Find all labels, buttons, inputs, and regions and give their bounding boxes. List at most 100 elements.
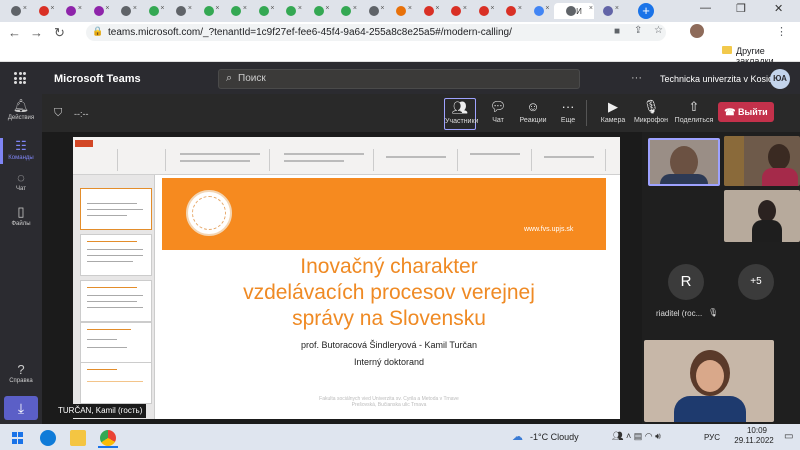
close-tab-icon[interactable]: × xyxy=(353,5,357,12)
rail-item-help[interactable]: ? Справка xyxy=(0,362,42,384)
user-avatar[interactable]: ЮА xyxy=(770,69,790,89)
back-icon[interactable]: ← xyxy=(8,25,21,40)
chrome-icon[interactable] xyxy=(100,430,116,446)
slide-thumbnail[interactable] xyxy=(80,234,152,276)
new-tab-button[interactable]: + xyxy=(638,3,654,19)
url-text[interactable]: teams.microsoft.com/_?tenantId=1c9f27ef-… xyxy=(108,27,512,38)
slide-thumbnail[interactable] xyxy=(80,362,152,404)
browser-menu-icon[interactable]: ⋮ xyxy=(776,25,787,38)
notifications-icon[interactable]: ▭ xyxy=(784,431,793,442)
camera-blocked-icon[interactable]: ■ xyxy=(614,26,620,37)
participant-video-tile[interactable] xyxy=(648,138,720,186)
browser-tab[interactable]: × xyxy=(4,3,28,19)
close-tab-icon[interactable]: × xyxy=(325,5,329,12)
browser-tab[interactable]: × xyxy=(32,3,56,19)
close-tab-icon[interactable]: × xyxy=(23,5,27,12)
browser-tab[interactable]: × xyxy=(307,3,331,19)
browser-tab[interactable]: × xyxy=(596,3,620,19)
browser-tab[interactable]: × xyxy=(279,3,303,19)
leave-button[interactable]: ☎ Выйти xyxy=(718,102,774,122)
shield-icon[interactable]: ⛉ xyxy=(54,107,62,120)
windows-start-icon[interactable] xyxy=(12,432,24,444)
reload-icon[interactable]: ↻ xyxy=(54,25,65,41)
close-tab-icon[interactable]: × xyxy=(463,5,467,12)
rail-item-files[interactable]: ▯ Файлы xyxy=(0,204,42,227)
slide-thumbnail[interactable] xyxy=(80,188,152,230)
close-tab-icon[interactable]: × xyxy=(188,5,192,12)
participant-video-tile[interactable] xyxy=(644,340,774,422)
browser-tab[interactable]: × xyxy=(114,3,138,19)
close-tab-icon[interactable]: × xyxy=(78,5,82,12)
profile-avatar[interactable] xyxy=(690,24,704,38)
close-tab-icon[interactable]: × xyxy=(105,5,109,12)
browser-tab[interactable]: × xyxy=(334,3,358,19)
close-tab-icon[interactable]: × xyxy=(490,5,494,12)
close-tab-icon[interactable]: × xyxy=(408,5,412,12)
chat-button[interactable]: 💬︎ Чат xyxy=(484,98,512,130)
close-tab-icon[interactable]: × xyxy=(215,5,219,12)
participant-video-tile[interactable] xyxy=(724,136,800,186)
more-participants-button[interactable]: +5 xyxy=(738,264,774,300)
browser-tab[interactable]: × xyxy=(142,3,166,19)
app-launcher-icon[interactable] xyxy=(14,72,26,84)
browser-tab[interactable]: × xyxy=(444,3,468,19)
lock-icon[interactable]: 🔒 xyxy=(92,26,103,37)
forward-icon[interactable]: → xyxy=(30,25,43,40)
wifi-icon[interactable]: ◠ xyxy=(645,431,653,441)
browser-tab[interactable]: × xyxy=(197,3,221,19)
browser-tab[interactable]: × xyxy=(499,3,523,19)
network-icon[interactable]: ▤ xyxy=(634,431,643,441)
browser-tab[interactable]: × xyxy=(87,3,111,19)
file-explorer-icon[interactable] xyxy=(70,430,86,446)
share-button[interactable]: ⇧ Поделиться xyxy=(672,98,716,130)
download-app-button[interactable]: ⤓ xyxy=(4,396,38,420)
rail-item-teams[interactable]: ☷ Команды xyxy=(0,138,42,161)
bookmark-star-icon[interactable]: ☆ xyxy=(654,25,663,36)
camera-button[interactable]: ▶ Камера xyxy=(598,98,628,130)
close-tab-icon[interactable]: × xyxy=(518,5,522,12)
browser-tab[interactable]: × xyxy=(389,3,413,19)
browser-tab[interactable]: × xyxy=(252,3,276,19)
volume-icon[interactable]: 🔊︎ xyxy=(655,431,661,441)
browser-tab[interactable]: × xyxy=(59,3,83,19)
close-tab-icon[interactable]: × xyxy=(435,5,439,12)
chevron-up-icon[interactable]: ˄ xyxy=(626,431,631,441)
maximize-icon[interactable]: ❐ xyxy=(736,2,746,15)
reactions-button[interactable]: ☺ Реакции xyxy=(516,98,550,130)
browser-tab-active[interactable]: И × xyxy=(554,3,594,19)
close-window-icon[interactable]: ✕ xyxy=(774,2,783,15)
share-icon[interactable]: ⇪ xyxy=(634,25,642,36)
close-tab-icon[interactable]: × xyxy=(50,5,54,12)
close-tab-icon[interactable]: × xyxy=(270,5,274,12)
rail-item-activity[interactable]: 🔔︎ Действия xyxy=(0,98,42,121)
browser-tab[interactable]: × xyxy=(417,3,441,19)
close-tab-icon[interactable]: × xyxy=(160,5,164,12)
slide-thumbnail[interactable] xyxy=(80,280,152,322)
close-tab-icon[interactable]: × xyxy=(615,5,619,12)
more-actions-button[interactable]: ··· Еще xyxy=(554,98,582,130)
system-tray[interactable]: 👥︎ ˄ ▤ ◠ 🔊︎ xyxy=(612,431,661,442)
close-tab-icon[interactable]: × xyxy=(545,5,549,12)
close-tab-icon[interactable]: × xyxy=(133,5,137,12)
browser-tab[interactable]: × xyxy=(169,3,193,19)
close-tab-icon[interactable]: × xyxy=(589,5,593,12)
clock-date[interactable]: 29.11.2022 xyxy=(730,436,778,445)
browser-tab[interactable]: × xyxy=(362,3,386,19)
more-options-icon[interactable]: ··· xyxy=(631,72,642,84)
participant-video-tile[interactable] xyxy=(724,190,800,242)
edge-icon[interactable] xyxy=(40,430,56,446)
browser-tab[interactable]: × xyxy=(472,3,496,19)
search-input[interactable] xyxy=(218,69,580,89)
rail-item-chat[interactable]: ◌ Чат xyxy=(0,170,42,192)
minimize-icon[interactable]: — xyxy=(700,2,711,14)
participant-avatar[interactable]: R xyxy=(668,264,704,300)
people-icon[interactable]: 👥︎ xyxy=(612,431,623,441)
browser-tab[interactable]: × xyxy=(224,3,248,19)
close-tab-icon[interactable]: × xyxy=(380,5,384,12)
weather-text[interactable]: -1°C Cloudy xyxy=(530,432,579,442)
close-tab-icon[interactable]: × xyxy=(298,5,302,12)
slide-thumbnail[interactable] xyxy=(80,322,152,364)
microphone-button[interactable]: 🎙︎ Микрофон xyxy=(632,98,670,130)
clock-time[interactable]: 10:09 xyxy=(740,426,774,435)
close-tab-icon[interactable]: × xyxy=(243,5,247,12)
